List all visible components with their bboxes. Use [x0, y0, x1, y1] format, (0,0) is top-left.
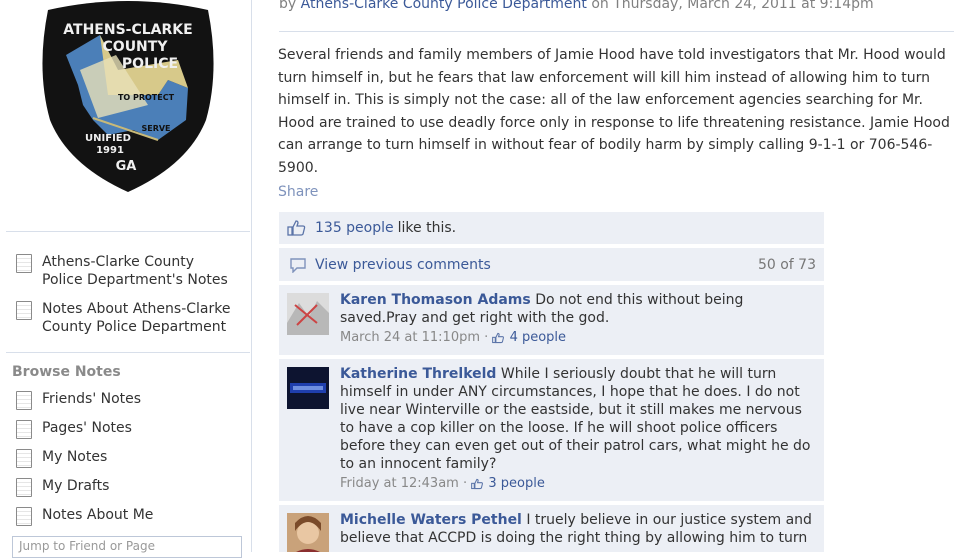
- commenter-avatar[interactable]: [287, 513, 329, 552]
- police-badge-logo: ATHENS-CLARKE COUNTY POLICE TO PROTECT S…: [42, 1, 214, 192]
- badge-protect: TO PROTECT: [118, 93, 175, 102]
- sidebar-link-label: Notes About Athens-Clarke County Police …: [42, 301, 231, 335]
- share-link[interactable]: Share: [278, 184, 318, 200]
- sidebar-link-label: Athens-Clarke County Police Department's…: [42, 254, 228, 288]
- likes-suffix: like this.: [397, 220, 457, 236]
- jump-to-friend-input[interactable]: Jump to Friend or Page: [12, 536, 242, 558]
- comment-author-link[interactable]: Karen Thomason Adams: [340, 292, 531, 308]
- byline-divider: [279, 31, 954, 32]
- comment-likes-link[interactable]: 3 people: [488, 476, 544, 491]
- badge-unified: UNIFIED: [85, 133, 131, 144]
- sidebar-divider: [6, 231, 250, 232]
- browse-item-notes-about-me[interactable]: Notes About Me: [16, 506, 153, 526]
- note-content: by Athens-Clarke County Police Departmen…: [252, 0, 980, 552]
- badge-year: 1991: [96, 145, 124, 156]
- note-page-icon: [16, 449, 32, 468]
- comment-item: Katherine Threlkeld While I seriously do…: [279, 359, 824, 501]
- badge-serve: SERVE: [141, 124, 170, 133]
- badge-line2: COUNTY: [103, 39, 169, 55]
- browse-item-label: My Notes: [42, 449, 108, 465]
- sidebar-link-notes-about-department[interactable]: Notes About Athens-Clarke County Police …: [16, 300, 231, 336]
- comment-item: Michelle Waters Pethel I truely believe …: [279, 505, 824, 552]
- post-byline: by Athens-Clarke County Police Departmen…: [279, 0, 874, 12]
- like-thumb-icon: [492, 332, 505, 343]
- view-previous-comments-link[interactable]: View previous comments: [315, 257, 491, 273]
- browse-item-my-drafts[interactable]: My Drafts: [16, 477, 109, 497]
- comment-time: Friday at 12:43am: [340, 476, 459, 491]
- browse-notes-heading: Browse Notes: [12, 364, 121, 380]
- likes-bar: 135 people like this.: [279, 212, 824, 244]
- like-thumb-icon: [287, 220, 306, 236]
- note-page-icon: [16, 420, 32, 439]
- comment-item: Karen Thomason Adams Do not end this wit…: [279, 285, 824, 355]
- comment-count: 50 of 73: [757, 256, 816, 273]
- post-body: Several friends and family members of Ja…: [278, 47, 950, 176]
- note-page-icon: [16, 391, 32, 410]
- browse-item-friends-notes[interactable]: Friends' Notes: [16, 390, 141, 410]
- badge-state: GA: [116, 159, 137, 174]
- badge-line3: POLICE: [122, 56, 178, 72]
- view-previous-comments-bar: View previous comments 50 of 73: [279, 248, 824, 281]
- likes-count-link[interactable]: 135 people: [315, 220, 394, 236]
- note-page-icon: [16, 507, 32, 526]
- post-author-link[interactable]: Athens-Clarke County Police Department: [301, 0, 587, 12]
- browse-item-label: My Drafts: [42, 478, 110, 494]
- sidebar-link-department-notes[interactable]: Athens-Clarke County Police Department's…: [16, 253, 231, 289]
- browse-item-pages-notes[interactable]: Pages' Notes: [16, 419, 132, 439]
- like-thumb-icon: [471, 478, 484, 489]
- browse-item-label: Notes About Me: [42, 507, 154, 523]
- commenter-avatar[interactable]: [287, 367, 329, 409]
- comment-bubble-icon: [290, 257, 306, 273]
- comment-time: March 24 at 11:10pm: [340, 330, 481, 345]
- comment-author-link[interactable]: Katherine Threlkeld: [340, 366, 496, 382]
- byline-prefix: by: [279, 0, 297, 12]
- note-page-icon: [16, 478, 32, 497]
- browse-item-label: Pages' Notes: [42, 420, 132, 436]
- comment-author-link[interactable]: Michelle Waters Pethel: [340, 512, 522, 528]
- post-date: on Thursday, March 24, 2011 at 9:14pm: [591, 0, 874, 12]
- commenter-avatar[interactable]: [287, 293, 329, 335]
- note-page-icon: [16, 301, 32, 320]
- badge-line1: ATHENS-CLARKE: [63, 22, 192, 38]
- browse-item-my-notes[interactable]: My Notes: [16, 448, 107, 468]
- left-sidebar: ATHENS-CLARKE COUNTY POLICE TO PROTECT S…: [0, 0, 252, 558]
- note-page-icon: [16, 254, 32, 273]
- browse-item-label: Friends' Notes: [42, 391, 142, 407]
- comment-likes-link[interactable]: 4 people: [510, 330, 566, 345]
- sidebar-divider: [6, 352, 250, 353]
